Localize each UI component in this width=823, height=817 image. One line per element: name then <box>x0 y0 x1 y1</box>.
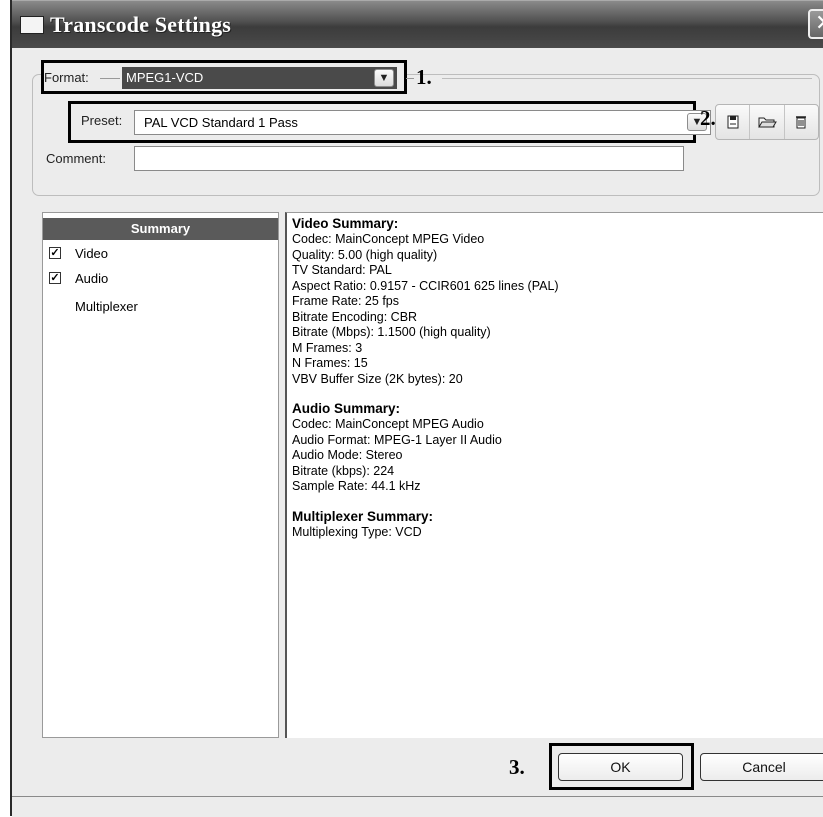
summary-line: Quality: 5.00 (high quality) <box>292 247 438 262</box>
summary-panel: Video Summary: Codec: MainConcept MPEG V… <box>285 212 823 738</box>
audio-summary-heading: Audio Summary: <box>292 401 401 416</box>
preset-value: PAL VCD Standard 1 Pass <box>144 115 298 130</box>
format-select[interactable]: MPEG1-VCD <box>122 67 397 89</box>
summary-line: VBV Buffer Size (2K bytes): 20 <box>292 371 463 386</box>
summary-line: TV Standard: PAL <box>292 263 392 277</box>
group-top-line <box>442 78 812 79</box>
nav-item-label: Summary <box>130 221 191 236</box>
save-preset-button[interactable] <box>716 105 751 139</box>
summary-line: N Frames: 15 <box>292 356 368 370</box>
window-icon <box>20 16 44 34</box>
annotation-2: 2. <box>700 106 716 130</box>
summary-line: Frame Rate: 25 fps <box>292 294 399 308</box>
format-dropdown-button[interactable]: ▼ <box>374 69 394 87</box>
close-icon: ✕ <box>815 10 823 35</box>
delete-icon <box>796 116 807 129</box>
summary-line: Bitrate Encoding: CBR <box>292 309 418 324</box>
summary-line: Bitrate (kbps): 224 <box>292 463 395 478</box>
summary-line: Sample Rate: 44.1 kHz <box>292 479 421 493</box>
comment-input[interactable] <box>134 146 684 171</box>
nav-item-multiplexer[interactable]: Multiplexer <box>43 296 278 318</box>
delete-preset-button[interactable] <box>785 105 818 139</box>
summary-line: M Frames: 3 <box>292 340 363 355</box>
title-bar[interactable]: Transcode Settings ✕ <box>12 0 823 48</box>
format-divider <box>100 78 120 79</box>
ok-button[interactable]: OK <box>558 753 683 781</box>
nav-item-label: Audio <box>75 271 109 286</box>
nav-item-label: Multiplexer <box>75 299 138 314</box>
summary-line: Aspect Ratio: 0.9157 - CCIR601 625 lines… <box>292 278 559 293</box>
video-summary-heading: Video Summary: <box>292 216 399 231</box>
transcode-settings-dialog: Transcode Settings ✕ Format: MPEG1-VCD ▼… <box>10 0 823 817</box>
summary-line: Audio Format: MPEG-1 Layer II Audio <box>292 432 502 447</box>
summary-line: Audio Mode: Stereo <box>292 448 403 462</box>
annotation-1: 1. <box>416 65 432 89</box>
nav-item-audio[interactable]: ✓ Audio <box>43 268 278 290</box>
nav-item-summary[interactable]: Summary <box>43 218 278 240</box>
nav-item-video[interactable]: ✓ Video <box>43 243 278 265</box>
preset-toolbar <box>715 104 819 140</box>
audio-summary-section: Audio Summary: Codec: MainConcept MPEG A… <box>292 401 823 495</box>
format-label: Format: <box>44 70 89 85</box>
chevron-down-icon: ▼ <box>378 72 390 84</box>
multiplexer-summary-heading: Multiplexer Summary: <box>292 508 434 524</box>
audio-checkbox[interactable]: ✓ <box>49 272 61 284</box>
summary-line: Bitrate (Mbps): 1.1500 (high quality) <box>292 325 491 339</box>
multiplexer-summary-section: Multiplexer Summary: Multiplexing Type: … <box>292 509 823 541</box>
preset-label: Preset: <box>81 113 123 128</box>
settings-nav-list: Summary ✓ Video ✓ Audio Multiplexer <box>42 212 279 738</box>
summary-line: Multiplexing Type: VCD <box>292 524 422 539</box>
summary-line: Codec: MainConcept MPEG Video <box>292 232 485 246</box>
window-title: Transcode Settings <box>50 12 232 37</box>
open-preset-button[interactable] <box>750 105 785 139</box>
open-folder-icon <box>758 117 777 128</box>
annotation-3: 3. <box>509 755 525 779</box>
cancel-button[interactable]: Cancel <box>700 753 823 781</box>
summary-line: Codec: MainConcept MPEG Audio <box>292 417 484 431</box>
annotation-1-connector <box>406 78 414 79</box>
video-summary-section: Video Summary: Codec: MainConcept MPEG V… <box>292 216 823 387</box>
preset-select[interactable]: PAL VCD Standard 1 Pass <box>134 110 711 135</box>
comment-label: Comment: <box>46 151 106 166</box>
nav-item-label: Video <box>75 246 109 261</box>
video-checkbox[interactable]: ✓ <box>49 247 61 259</box>
format-value: MPEG1-VCD <box>126 70 204 85</box>
save-icon <box>727 115 739 129</box>
status-bar <box>12 796 823 817</box>
close-button[interactable]: ✕ <box>808 9 823 39</box>
